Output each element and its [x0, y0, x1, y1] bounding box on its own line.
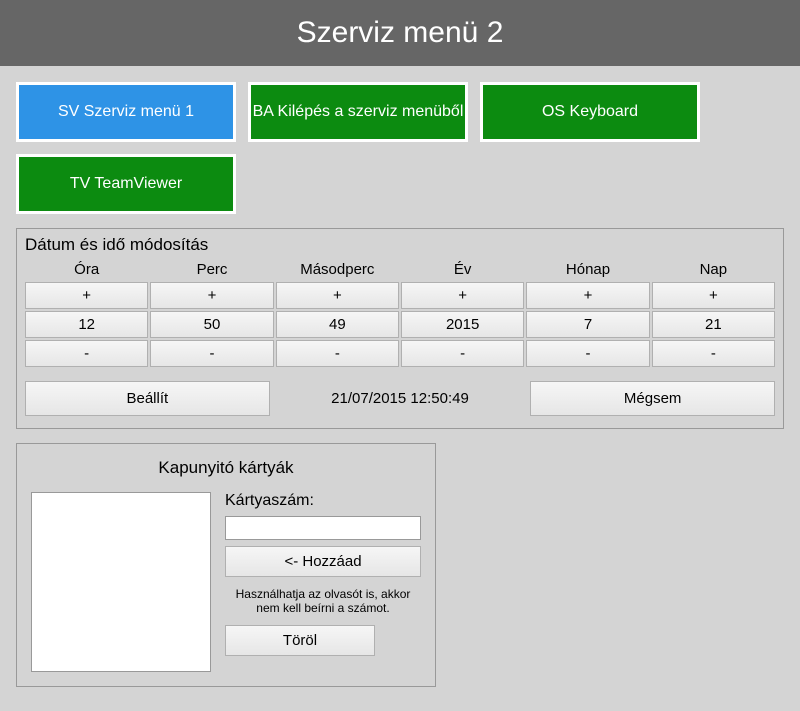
second-plus-button[interactable]: +	[276, 282, 399, 309]
minute-header: Perc	[150, 259, 273, 280]
minute-plus-button[interactable]: +	[150, 282, 273, 309]
card-number-label: Kártyaszám:	[225, 492, 421, 510]
cards-hint-text: Használhatja az olvasót is, akkor nem ke…	[225, 583, 421, 619]
year-value: 2015	[401, 311, 524, 338]
content-area: SV Szerviz menü 1 BA Kilépés a szerviz m…	[0, 66, 800, 703]
hour-header: Óra	[25, 259, 148, 280]
set-datetime-button[interactable]: Beállít	[25, 381, 270, 416]
datetime-bottom-row: Beállít 21/07/2015 12:50:49 Mégsem	[25, 381, 775, 416]
month-plus-button[interactable]: +	[526, 282, 649, 309]
cards-right-column: Kártyaszám: <- Hozzáad Használhatja az o…	[225, 492, 421, 672]
add-card-button[interactable]: <- Hozzáad	[225, 546, 421, 577]
month-value: 7	[526, 311, 649, 338]
cards-panel-title: Kapunyitó kártyák	[31, 458, 421, 478]
day-value: 21	[652, 311, 775, 338]
year-header: Év	[401, 259, 524, 280]
datetime-panel: Dátum és idő módosítás Óra Perc Másodper…	[16, 228, 784, 429]
cards-panel: Kapunyitó kártyák Kártyaszám: <- Hozzáad…	[16, 443, 436, 687]
day-plus-button[interactable]: +	[652, 282, 775, 309]
top-button-row: SV Szerviz menü 1 BA Kilépés a szerviz m…	[16, 82, 784, 214]
datetime-panel-title: Dátum és idő módosítás	[25, 235, 775, 255]
year-minus-button[interactable]: -	[401, 340, 524, 367]
hour-minus-button[interactable]: -	[25, 340, 148, 367]
month-minus-button[interactable]: -	[526, 340, 649, 367]
hour-value: 12	[25, 311, 148, 338]
minute-minus-button[interactable]: -	[150, 340, 273, 367]
year-plus-button[interactable]: +	[401, 282, 524, 309]
cards-body: Kártyaszám: <- Hozzáad Használhatja az o…	[31, 492, 421, 672]
month-header: Hónap	[526, 259, 649, 280]
second-minus-button[interactable]: -	[276, 340, 399, 367]
cancel-datetime-button[interactable]: Mégsem	[530, 381, 775, 416]
datetime-timestamp: 21/07/2015 12:50:49	[278, 390, 523, 407]
delete-card-button[interactable]: Töröl	[225, 625, 375, 656]
day-minus-button[interactable]: -	[652, 340, 775, 367]
day-header: Nap	[652, 259, 775, 280]
second-header: Másodperc	[276, 259, 399, 280]
teamviewer-button[interactable]: TV TeamViewer	[16, 154, 236, 214]
cards-listbox[interactable]	[31, 492, 211, 672]
hour-plus-button[interactable]: +	[25, 282, 148, 309]
service-menu-1-button[interactable]: SV Szerviz menü 1	[16, 82, 236, 142]
card-number-input[interactable]	[225, 516, 421, 540]
page-title: Szerviz menü 2	[0, 0, 800, 66]
minute-value: 50	[150, 311, 273, 338]
os-keyboard-button[interactable]: OS Keyboard	[480, 82, 700, 142]
exit-service-menu-button[interactable]: BA Kilépés a szerviz menüből	[248, 82, 468, 142]
datetime-grid: Óra Perc Másodperc Év Hónap Nap + + + + …	[25, 259, 775, 367]
second-value: 49	[276, 311, 399, 338]
